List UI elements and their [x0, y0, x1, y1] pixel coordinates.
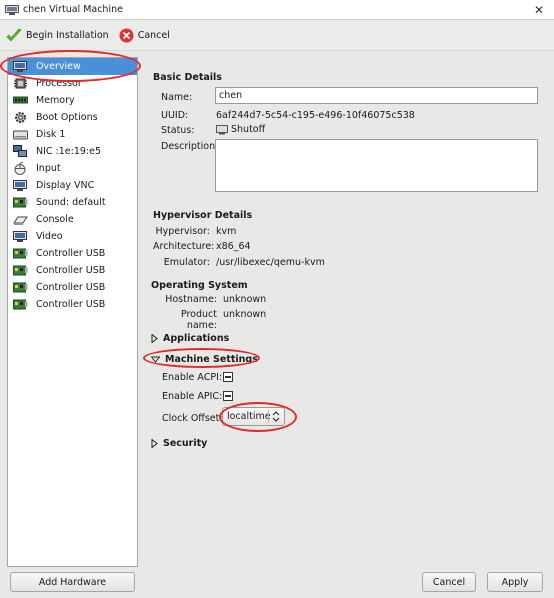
- operating-system-header: Operating System: [151, 280, 248, 291]
- sidebar-item-controller-usb-2[interactable]: Controller USB: [8, 262, 137, 279]
- shutoff-icon: [216, 124, 228, 134]
- toolbar: Begin Installation Cancel: [0, 21, 554, 51]
- product-name-value: unknown: [223, 309, 267, 320]
- title-bar: chen Virtual Machine ✕: [0, 0, 554, 20]
- sidebar-item-boot-options[interactable]: Boot Options: [8, 109, 137, 126]
- cancel-toolbar-button[interactable]: Cancel: [119, 28, 170, 43]
- architecture-value: x86_64: [216, 241, 251, 252]
- sidebar-item-processor[interactable]: Processor: [8, 75, 137, 92]
- cancel-button[interactable]: Cancel: [422, 572, 476, 592]
- product-name-label: Product name:: [180, 309, 217, 331]
- architecture-label: Architecture:: [153, 241, 215, 252]
- emulator-value: /usr/libexec/qemu-kvm: [216, 257, 325, 268]
- cancel-toolbar-label: Cancel: [137, 30, 170, 41]
- hostname-value: unknown: [223, 294, 267, 305]
- emulator-label: Emulator:: [163, 257, 210, 268]
- enable-acpi-label: Enable ACPI:: [162, 372, 223, 383]
- sidebar-item-controller-usb-1[interactable]: Controller USB: [8, 245, 137, 262]
- network-icon: [12, 145, 28, 158]
- usb-controller-icon: [12, 247, 28, 260]
- monitor-icon: [12, 60, 28, 73]
- cancel-icon: [119, 28, 134, 43]
- machine-settings-expander[interactable]: Machine Settings: [151, 354, 258, 365]
- mouse-icon: [12, 162, 28, 175]
- security-expander[interactable]: Security: [151, 438, 207, 449]
- hostname-label: Hostname:: [165, 294, 217, 305]
- sidebar-item-display-vnc[interactable]: Display VNC: [8, 177, 137, 194]
- hypervisor-value: kvm: [216, 226, 237, 237]
- begin-installation-label: Begin Installation: [26, 30, 109, 41]
- status-label: Status:: [161, 125, 195, 136]
- usb-controller-icon: [12, 264, 28, 277]
- sidebar-item-overview[interactable]: Overview: [8, 58, 137, 75]
- window-title: chen Virtual Machine: [23, 4, 123, 15]
- memory-icon: [12, 94, 28, 107]
- cpu-icon: [12, 77, 28, 90]
- sidebar-item-nic[interactable]: NIC :1e:19:e5: [8, 143, 137, 160]
- video-icon: [12, 230, 28, 243]
- name-label: Name:: [161, 92, 193, 103]
- enable-acpi-checkbox[interactable]: [223, 372, 233, 382]
- hypervisor-label: Hypervisor:: [155, 226, 210, 237]
- sidebar-item-video[interactable]: Video: [8, 228, 137, 245]
- hypervisor-details-header: Hypervisor Details: [153, 210, 253, 221]
- clock-offset-label: Clock Offset:: [162, 413, 223, 424]
- uuid-label: UUID:: [161, 110, 189, 121]
- hardware-list: Overview Processor Memory Boot Options D…: [7, 57, 138, 567]
- expand-right-icon: [151, 334, 158, 343]
- apply-button[interactable]: Apply: [487, 572, 543, 592]
- description-label: Description:: [161, 141, 219, 152]
- disk-icon: [12, 128, 28, 141]
- virtual-machine-icon: [5, 4, 19, 15]
- description-field[interactable]: [215, 139, 538, 192]
- add-hardware-button[interactable]: Add Hardware: [10, 572, 135, 592]
- expand-right-icon: [151, 439, 158, 448]
- status-value: Shutoff: [216, 124, 265, 135]
- name-field[interactable]: chen: [215, 87, 538, 104]
- sound-card-icon: [12, 196, 28, 209]
- usb-controller-icon: [12, 298, 28, 311]
- sidebar-item-disk-1[interactable]: Disk 1: [8, 126, 137, 143]
- display-icon: [12, 179, 28, 192]
- chevron-updown-icon: [272, 411, 280, 422]
- expand-down-icon: [151, 356, 160, 363]
- details-panel: Basic Details Name: chen UUID: 6af244d7-…: [145, 57, 549, 567]
- gear-icon: [12, 111, 28, 124]
- sidebar-item-console[interactable]: Console: [8, 211, 137, 228]
- sidebar-item-memory[interactable]: Memory: [8, 92, 137, 109]
- close-icon[interactable]: ✕: [534, 3, 544, 17]
- sidebar-item-sound[interactable]: Sound: default: [8, 194, 137, 211]
- enable-apic-checkbox[interactable]: [223, 391, 233, 401]
- sidebar-item-input[interactable]: Input: [8, 160, 137, 177]
- uuid-value: 6af244d7-5c54-c195-e496-10f46075c538: [216, 110, 415, 121]
- usb-controller-icon: [12, 281, 28, 294]
- sidebar-item-controller-usb-3[interactable]: Controller USB: [8, 279, 137, 296]
- enable-apic-label: Enable APIC:: [162, 391, 223, 402]
- basic-details-header: Basic Details: [153, 72, 222, 83]
- console-icon: [12, 213, 28, 226]
- checkmark-icon: [6, 28, 22, 41]
- begin-installation-button[interactable]: Begin Installation: [6, 28, 109, 44]
- sidebar-item-controller-usb-4[interactable]: Controller USB: [8, 296, 137, 313]
- clock-offset-select[interactable]: localtime: [222, 407, 285, 426]
- applications-expander[interactable]: Applications: [151, 333, 229, 344]
